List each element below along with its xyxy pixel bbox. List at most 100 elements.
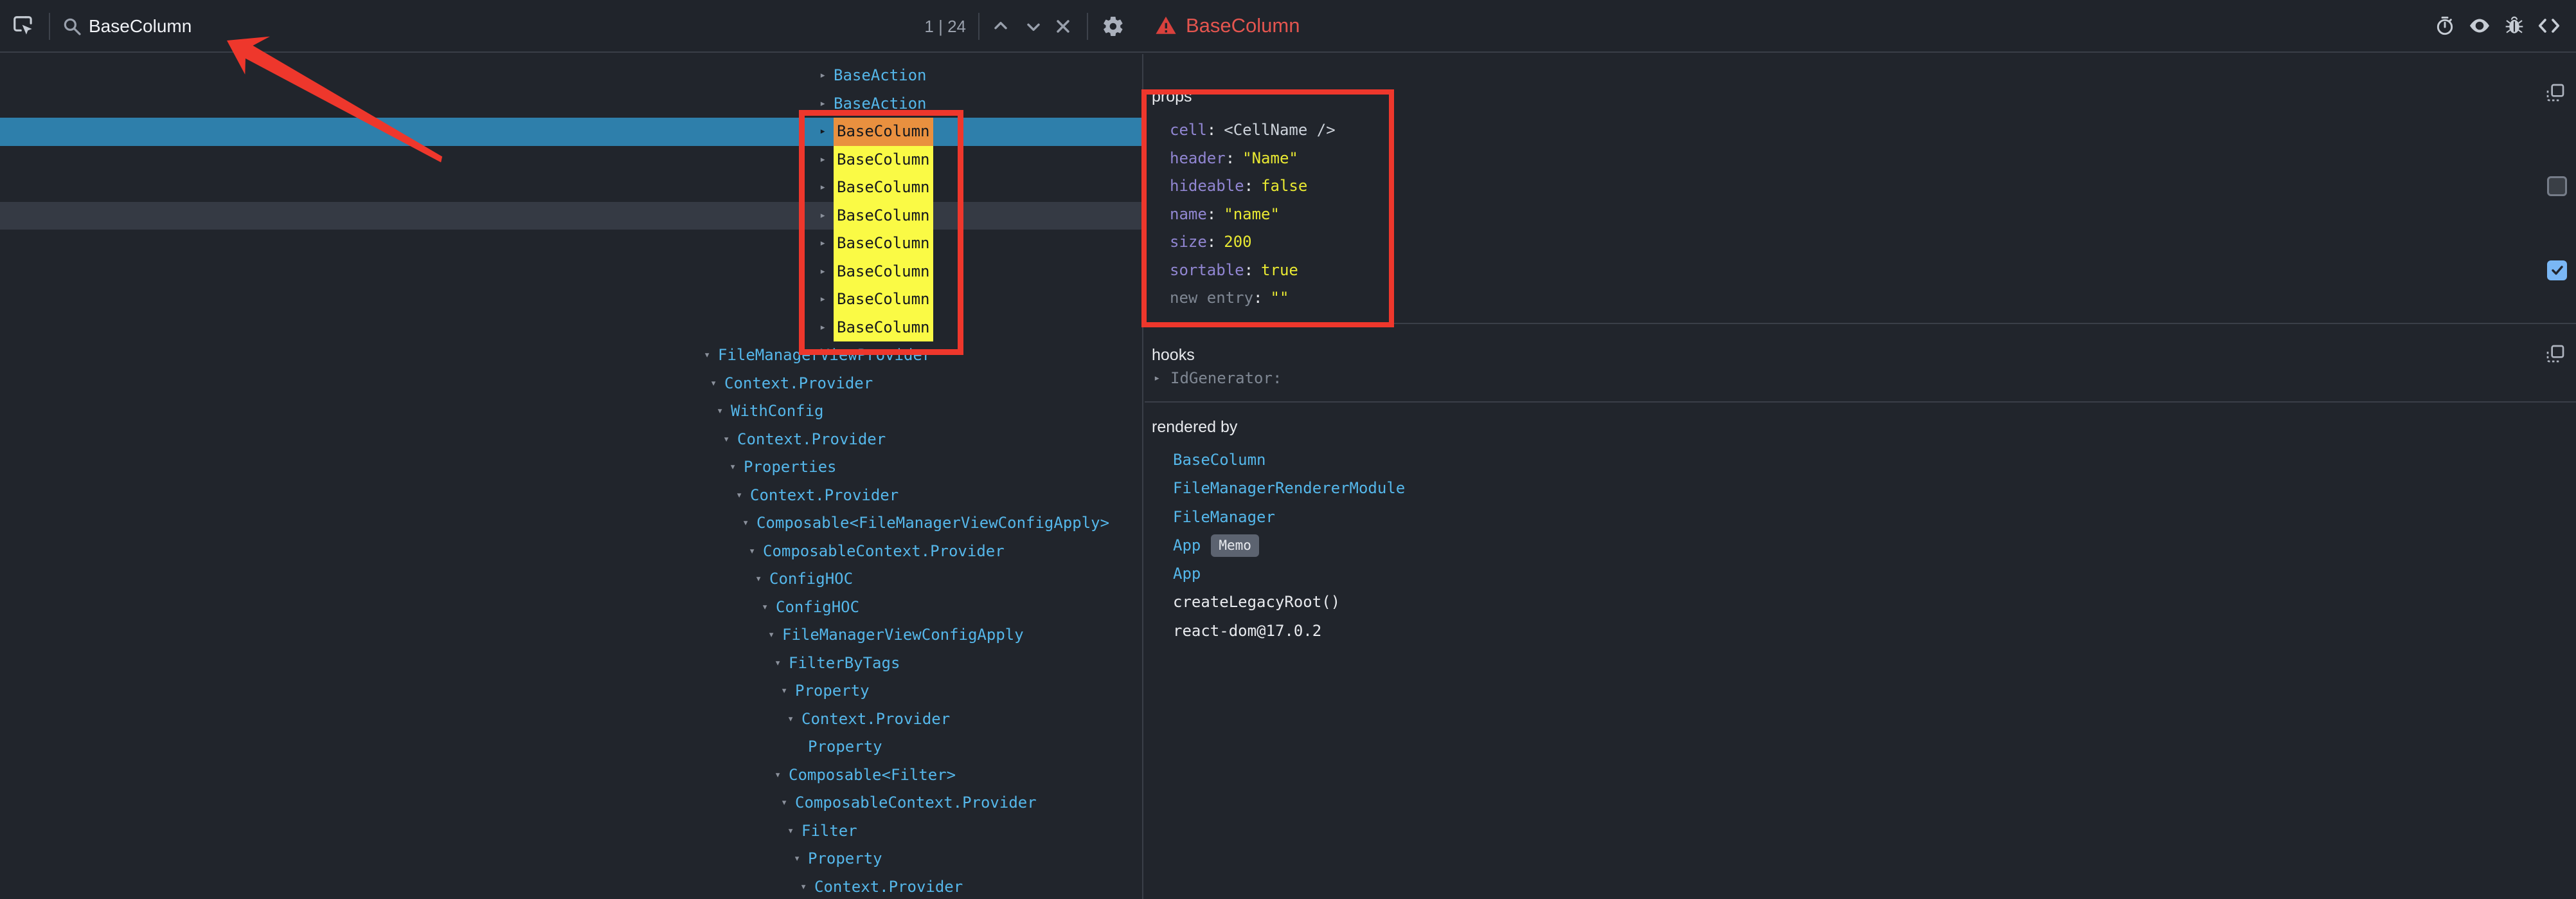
caret-expanded-icon[interactable]: ▾: [736, 482, 750, 510]
caret-collapsed-icon[interactable]: ▸: [819, 174, 834, 202]
caret-expanded-icon[interactable]: ▾: [800, 873, 814, 899]
caret-collapsed-icon[interactable]: ▸: [819, 202, 834, 230]
tree-row-Composable<FileManagerViewConfigApply>[interactable]: ▾Composable<FileManagerViewConfigApply>: [0, 509, 1142, 538]
tree-row-FilterByTags[interactable]: ▾FilterByTags: [0, 649, 1142, 678]
owner-link[interactable]: App: [1173, 559, 1201, 588]
tree-row-Property[interactable]: ▾Property: [0, 845, 1142, 873]
tree-row-BaseColumn[interactable]: ▸BaseColumn: [0, 174, 1142, 202]
inspect-element-icon[interactable]: [12, 0, 36, 53]
prop-value[interactable]: "": [1271, 289, 1289, 307]
tree-row-FileManagerViewProvider[interactable]: ▾FileManagerViewProvider: [0, 341, 1142, 370]
props-heading: props: [1145, 87, 2576, 106]
gear-icon[interactable]: [1102, 0, 1125, 53]
caret-collapsed-icon[interactable]: ▸: [819, 62, 834, 90]
tree-row-BaseColumn[interactable]: ▸BaseColumn: [0, 230, 1142, 258]
tree-row-ComposableContext.Provider[interactable]: ▾ComposableContext.Provider: [0, 789, 1142, 817]
tree-row-Property[interactable]: ▾Property: [0, 677, 1142, 705]
owner-link[interactable]: App: [1173, 531, 1201, 559]
tree-row-Context.Provider[interactable]: ▾Context.Provider: [0, 370, 1142, 398]
hook-row-IdGenerator[interactable]: ▸IdGenerator:: [1145, 365, 2576, 393]
code-icon[interactable]: [2537, 14, 2561, 37]
tree-row-BaseColumn[interactable]: ▸BaseColumn: [0, 314, 1142, 342]
tree-row-Composable<Filter>[interactable]: ▾Composable<Filter>: [0, 761, 1142, 790]
tree-row-Property[interactable]: Property: [0, 733, 1142, 761]
caret-expanded-icon[interactable]: ▾: [755, 565, 769, 594]
tree-row-ConfigHOC[interactable]: ▾ConfigHOC: [0, 565, 1142, 594]
tree-row-Filter[interactable]: ▾Filter: [0, 817, 1142, 846]
caret-expanded-icon[interactable]: ▾: [762, 594, 776, 622]
rendered-by-heading: rendered by: [1145, 418, 2576, 437]
chevron-down-icon[interactable]: [1023, 0, 1044, 53]
prop-row-header[interactable]: header:"Name": [1145, 145, 2576, 173]
tree-row-BaseColumn[interactable]: ▸BaseColumn: [0, 286, 1142, 314]
prop-row-cell[interactable]: cell:<CellName />: [1145, 116, 2576, 145]
tree-row-ComposableContext.Provider[interactable]: ▾ComposableContext.Provider: [0, 538, 1142, 566]
owner-link[interactable]: FileManager: [1173, 503, 1275, 531]
caret-collapsed-icon[interactable]: ▸: [819, 286, 834, 314]
caret-collapsed-icon[interactable]: ▸: [819, 90, 834, 118]
tree-row-Properties[interactable]: ▾Properties: [0, 453, 1142, 482]
tree-row-Context.Provider[interactable]: ▾Context.Provider: [0, 426, 1142, 454]
caret-expanded-icon[interactable]: ▾: [781, 789, 795, 817]
tree-row-BaseColumn[interactable]: ▸BaseColumn: [0, 146, 1142, 174]
prop-row-name[interactable]: name:"name": [1145, 201, 2576, 229]
chevron-up-icon[interactable]: [990, 0, 1011, 53]
tree-row-BaseAction[interactable]: ▸BaseAction: [0, 62, 1142, 90]
prop-row-new-entry[interactable]: new entry:"": [1145, 284, 2576, 313]
search-input[interactable]: BaseColumn: [89, 0, 192, 53]
caret-collapsed-icon[interactable]: ▸: [819, 146, 834, 174]
tree-row-BaseAction[interactable]: ▸BaseAction: [0, 90, 1142, 118]
prop-checkbox-checked[interactable]: [2547, 260, 2567, 280]
caret-expanded-icon[interactable]: ▾: [723, 426, 737, 454]
caret-expanded-icon[interactable]: ▾: [794, 845, 808, 873]
tree-row-BaseColumn[interactable]: ▸BaseColumn: [0, 258, 1142, 286]
caret-expanded-icon[interactable]: ▾: [781, 677, 795, 705]
prop-value[interactable]: false: [1261, 177, 1307, 195]
caret-expanded-icon[interactable]: ▾: [774, 649, 789, 678]
caret-expanded-icon[interactable]: ▾: [704, 341, 718, 370]
tree-row-BaseColumn[interactable]: ▸BaseColumn: [0, 202, 1142, 230]
prop-value[interactable]: 200: [1224, 233, 1251, 251]
caret-expanded-icon[interactable]: ▾: [774, 761, 789, 790]
copy-icon[interactable]: [2545, 343, 2566, 367]
caret-expanded-icon[interactable]: ▾: [768, 621, 782, 649]
owner-link[interactable]: BaseColumn: [1173, 446, 1266, 474]
prop-value[interactable]: true: [1261, 261, 1298, 279]
prop-row-sortable[interactable]: sortable:true: [1145, 257, 2576, 285]
owner-link[interactable]: FileManagerRendererModule: [1173, 474, 1405, 502]
rendered-by-row-App: AppMemo: [1145, 531, 2576, 559]
prop-value[interactable]: "name": [1224, 205, 1280, 223]
eye-icon[interactable]: [2468, 14, 2491, 37]
prop-row-hideable[interactable]: hideable:false: [1145, 172, 2576, 201]
caret-collapsed-icon[interactable]: ▸: [1154, 365, 1168, 393]
caret-expanded-icon[interactable]: ▾: [710, 370, 724, 398]
caret-expanded-icon[interactable]: ▾: [787, 705, 801, 734]
tree-row-Context.Provider[interactable]: ▾Context.Provider: [0, 705, 1142, 734]
tree-row-WithConfig[interactable]: ▾WithConfig: [0, 397, 1142, 426]
caret-expanded-icon[interactable]: ▾: [729, 453, 744, 482]
caret-expanded-icon[interactable]: ▾: [717, 397, 731, 426]
details-header: BaseColumn: [1143, 0, 2576, 53]
stopwatch-icon[interactable]: [2435, 15, 2455, 36]
prop-key: new entry: [1170, 289, 1253, 307]
prop-value[interactable]: <CellName />: [1224, 121, 1335, 139]
bug-icon[interactable]: [2504, 15, 2525, 36]
prop-value[interactable]: "Name": [1242, 149, 1298, 167]
caret-collapsed-icon[interactable]: ▸: [819, 118, 834, 146]
tree-row-ConfigHOC[interactable]: ▾ConfigHOC: [0, 594, 1142, 622]
copy-icon[interactable]: [2545, 82, 2566, 106]
prop-row-size[interactable]: size:200: [1145, 228, 2576, 257]
prop-checkbox-unchecked[interactable]: [2547, 176, 2567, 196]
caret-expanded-icon[interactable]: ▾: [742, 509, 756, 538]
caret-collapsed-icon[interactable]: ▸: [819, 230, 834, 258]
tree-row-BaseColumn[interactable]: ▸BaseColumn: [0, 118, 1142, 146]
caret-expanded-icon[interactable]: ▾: [787, 817, 801, 846]
tree-row-Context.Provider[interactable]: ▾Context.Provider: [0, 482, 1142, 510]
prop-colon: :: [1207, 121, 1216, 139]
caret-collapsed-icon[interactable]: ▸: [819, 314, 834, 342]
close-icon[interactable]: [1053, 0, 1073, 53]
tree-row-Context.Provider[interactable]: ▾Context.Provider: [0, 873, 1142, 899]
caret-expanded-icon[interactable]: ▾: [749, 538, 763, 566]
tree-row-FileManagerViewConfigApply[interactable]: ▾FileManagerViewConfigApply: [0, 621, 1142, 649]
caret-collapsed-icon[interactable]: ▸: [819, 258, 834, 286]
